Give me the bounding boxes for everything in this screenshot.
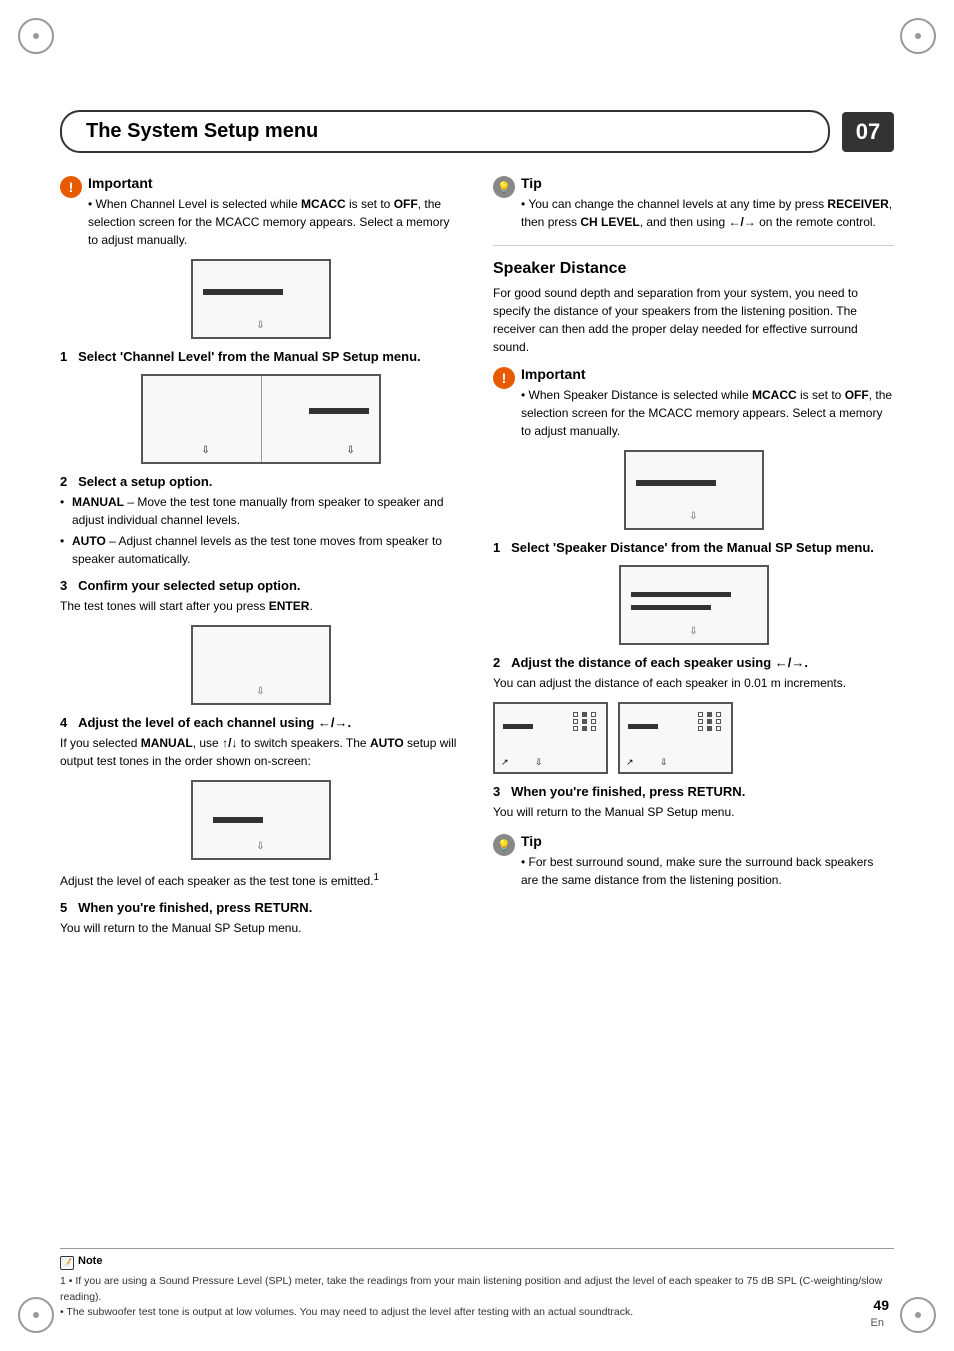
grid-dots-r [698, 712, 723, 731]
page-lang: En [871, 1317, 884, 1329]
page-header: The System Setup menu 07 [60, 110, 894, 153]
tip-text-2: • For best surround sound, make sure the… [521, 853, 894, 889]
tip-box-2: 💡 Tip • For best surround sound, make su… [493, 833, 894, 889]
important-box-1: ! Important • When Channel Level is sele… [60, 175, 461, 249]
screen-r1-bar [636, 480, 716, 486]
step-r2-label: 2 Adjust the distance of each speaker us… [493, 655, 894, 670]
screen-bar-1 [203, 289, 283, 295]
important-box-2: ! Important • When Speaker Distance is s… [493, 366, 894, 440]
important-text-1: • When Channel Level is selected while M… [88, 195, 461, 249]
screen-2-bar [309, 408, 369, 414]
important-label-2: Important [521, 366, 894, 382]
screen-pair-left: ↗ ⇩ [493, 702, 608, 774]
note-line-2: • The subwoofer test tone is output at l… [60, 1305, 894, 1321]
pair-r-arrow2: ⇩ [660, 757, 668, 768]
screen-4-arrow: ⇩ [256, 841, 264, 852]
step5-text: You will return to the Manual SP Setup m… [60, 919, 461, 937]
important-label-1: Important [88, 175, 461, 191]
pair-l-arrow2: ⇩ [535, 757, 543, 768]
important-content-2: Important • When Speaker Distance is sel… [521, 366, 894, 440]
note-label: Note [78, 1255, 102, 1267]
screen-2-wrap: ⇩ ⇩ [60, 374, 461, 464]
important-text-2: • When Speaker Distance is selected whil… [521, 386, 894, 440]
screen-2-arrow-r: ⇩ [347, 445, 355, 456]
step2-bullet-2: AUTO – Adjust channel levels as the test… [60, 532, 461, 568]
important-icon-1: ! [60, 176, 82, 198]
step-r2-text: You can adjust the distance of each spea… [493, 674, 894, 692]
step4-label: 4 Adjust the level of each channel using… [60, 715, 461, 730]
note-line-1: 1 • If you are using a Sound Pressure Le… [60, 1274, 894, 1306]
grid-dots-l [573, 712, 598, 731]
right-column: 💡 Tip • You can change the channel level… [493, 175, 894, 941]
corner-decoration-tr [900, 18, 936, 54]
note-icon: 📝 [60, 1256, 74, 1270]
screen-r1-arrow: ⇩ [689, 511, 697, 522]
two-column-layout: ! Important • When Channel Level is sele… [60, 175, 894, 941]
pair-l-bar [503, 724, 533, 729]
screen-1-wrap: ⇩ [60, 259, 461, 339]
section-divider-1 [493, 245, 894, 246]
corner-decoration-br [900, 1297, 936, 1333]
important-icon-2: ! [493, 367, 515, 389]
step-r1-label: 1 Select 'Speaker Distance' from the Man… [493, 540, 894, 555]
pair-r-arrow: ↗ [626, 757, 634, 768]
tip-label-2: Tip [521, 833, 894, 849]
screen-r2: ⇩ [619, 565, 769, 645]
step5-label: 5 When you're finished, press RETURN. [60, 900, 461, 915]
speaker-distance-text: For good sound depth and separation from… [493, 284, 894, 356]
tip-content-2: Tip • For best surround sound, make sure… [521, 833, 894, 889]
tip-text-1: • You can change the channel levels at a… [521, 195, 894, 231]
screen-r2-bar1 [631, 592, 731, 597]
screen-4-wrap: ⇩ [60, 780, 461, 860]
corner-decoration-bl [18, 1297, 54, 1333]
step4-text: If you selected MANUAL, use ↑/↓ to switc… [60, 734, 461, 770]
screen-4-bar [213, 817, 263, 823]
step2-bullet-1: MANUAL – Move the test tone manually fro… [60, 493, 461, 529]
pair-l-arrow: ↗ [501, 757, 509, 768]
speaker-distance-title: Speaker Distance [493, 260, 894, 278]
screen-pair-right: ↗ ⇩ [618, 702, 733, 774]
screen-3-arrow: ⇩ [256, 686, 264, 697]
chapter-number: 07 [842, 112, 894, 152]
step-r3-label: 3 When you're finished, press RETURN. [493, 784, 894, 799]
pair-r-bar [628, 724, 658, 729]
page-title: The System Setup menu [60, 110, 830, 153]
important-content-1: Important • When Channel Level is select… [88, 175, 461, 249]
screen-2: ⇩ ⇩ [141, 374, 381, 464]
step4-note: Adjust the level of each speaker as the … [60, 870, 461, 890]
step1-label: 1 Select 'Channel Level' from the Manual… [60, 349, 461, 364]
tip-icon-1: 💡 [493, 176, 515, 198]
screen-3: ⇩ [191, 625, 331, 705]
screen-r2-bar2 [631, 605, 711, 610]
note-section: 📝 Note 1 • If you are using a Sound Pres… [60, 1248, 894, 1321]
page-content: ! Important • When Channel Level is sele… [60, 175, 894, 1291]
step-r3-text: You will return to the Manual SP Setup m… [493, 803, 894, 821]
screen-2-divider [261, 376, 262, 462]
screen-arrow-1: ⇩ [256, 320, 264, 331]
screen-r2-arrow: ⇩ [689, 626, 697, 637]
tip-box-1: 💡 Tip • You can change the channel level… [493, 175, 894, 231]
page-number: 49 [873, 1297, 889, 1313]
step3-label: 3 Confirm your selected setup option. [60, 578, 461, 593]
screen-r2-wrap: ⇩ [493, 565, 894, 645]
note-header: 📝 Note [60, 1255, 894, 1271]
screen-2-arrow-l: ⇩ [202, 445, 210, 456]
step3-text: The test tones will start after you pres… [60, 597, 461, 615]
tip-label-1: Tip [521, 175, 894, 191]
screen-4: ⇩ [191, 780, 331, 860]
step2-label: 2 Select a setup option. [60, 474, 461, 489]
screen-1: ⇩ [191, 259, 331, 339]
screen-r1: ⇩ [624, 450, 764, 530]
left-column: ! Important • When Channel Level is sele… [60, 175, 461, 941]
screen-r1-wrap: ⇩ [493, 450, 894, 530]
tip-content-1: Tip • You can change the channel levels … [521, 175, 894, 231]
corner-decoration-tl [18, 18, 54, 54]
screen-pair-1: ↗ ⇩ ↗ [493, 702, 894, 774]
tip-icon-2: 💡 [493, 834, 515, 856]
step2-list: MANUAL – Move the test tone manually fro… [60, 493, 461, 568]
screen-3-wrap: ⇩ [60, 625, 461, 705]
